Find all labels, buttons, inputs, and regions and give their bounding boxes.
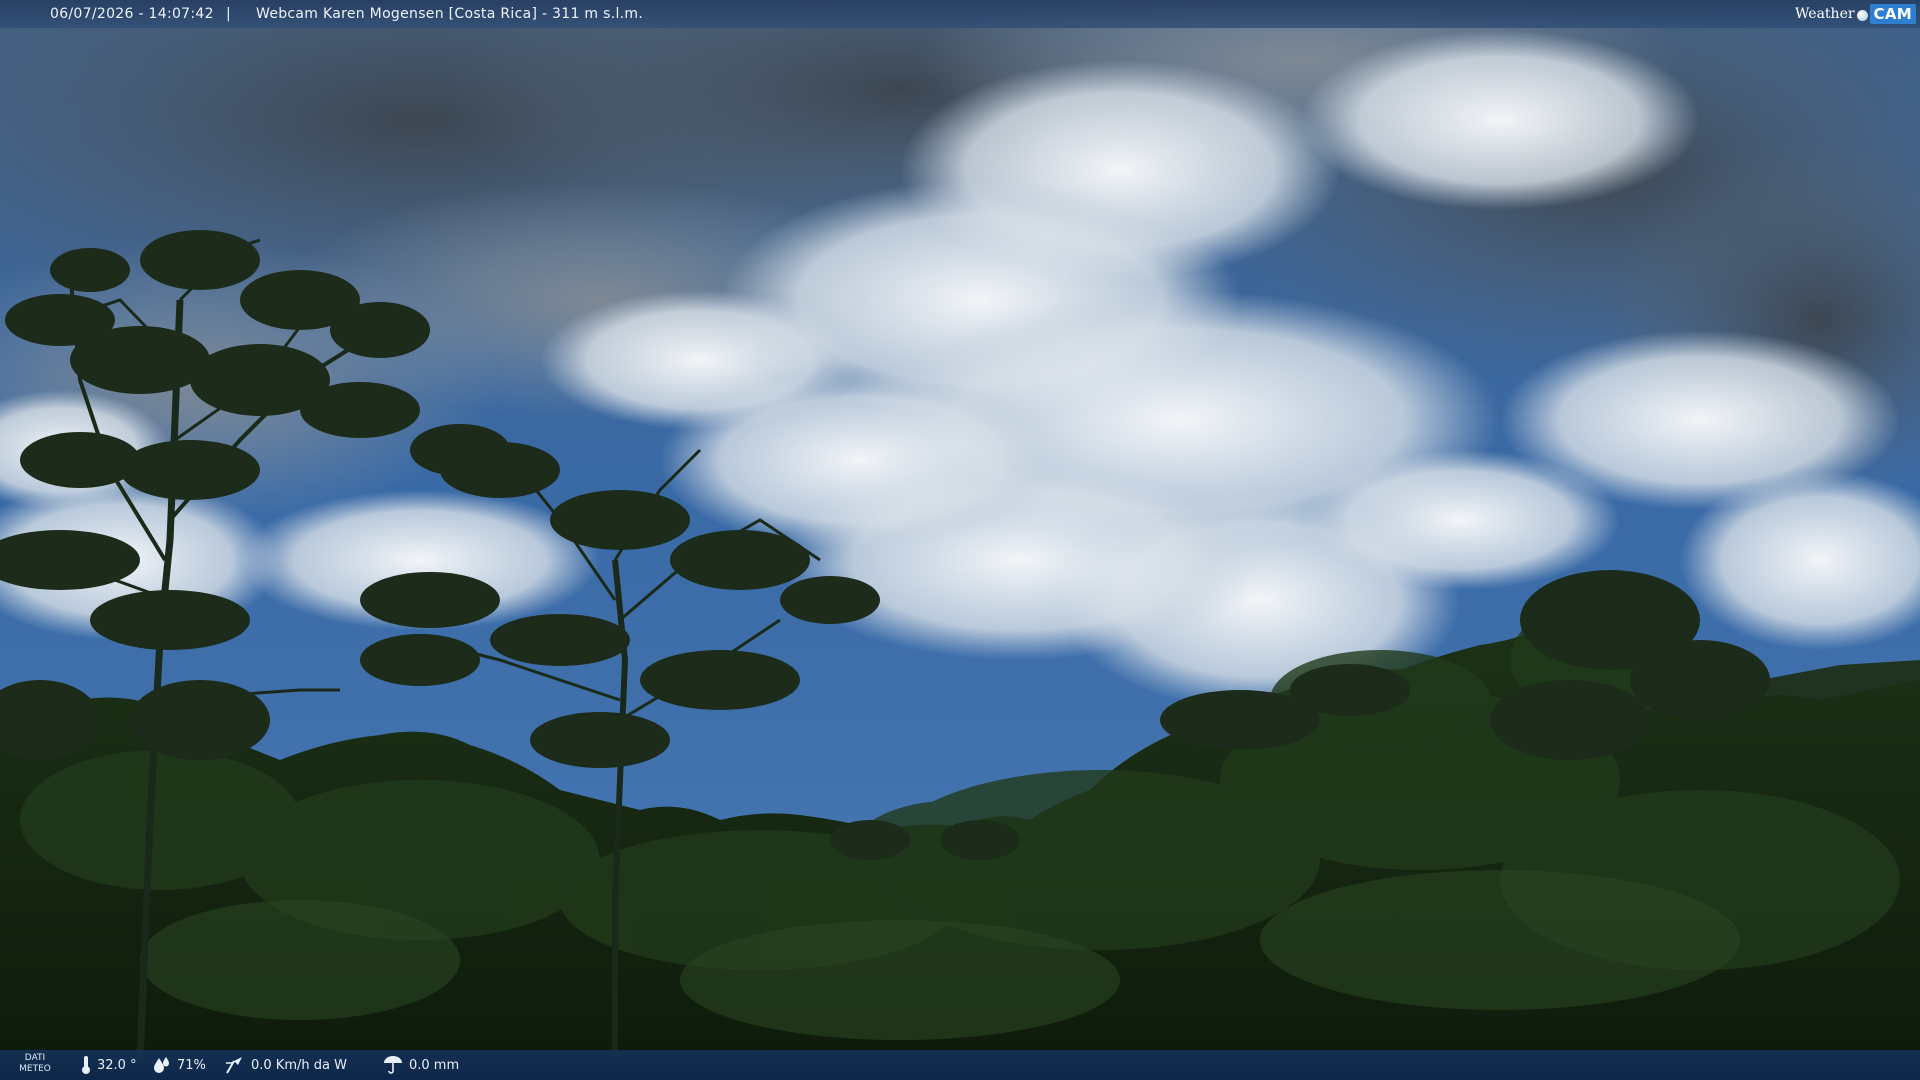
- temperature-readout: 32.0 °: [80, 1050, 137, 1080]
- wind-vane-icon: [226, 1057, 242, 1074]
- rain-gauge-icon: [384, 1056, 402, 1074]
- webcam-image: [0, 0, 1920, 1080]
- dati-meteo-label: DATI METEO: [19, 1053, 51, 1074]
- thermometer-icon: [82, 1056, 90, 1074]
- rain-value: 0.0 mm: [409, 1057, 460, 1073]
- humidity-readout: 71%: [152, 1050, 206, 1080]
- brand-dot-icon: [1856, 9, 1868, 21]
- brand-cam-text: CAM: [1869, 4, 1916, 24]
- top-info-bar: 06/07/2026 - 14:07:42 | Webcam Karen Mog…: [0, 0, 1920, 28]
- weathercam-logo: Weather CAM: [1795, 3, 1916, 25]
- brand-weather-text: Weather: [1795, 6, 1855, 22]
- humidity-value: 71%: [177, 1057, 206, 1073]
- wind-readout: 0.0 Km/h da W: [224, 1050, 347, 1080]
- timestamp: 06/07/2026 - 14:07:42: [50, 6, 214, 22]
- landscape-scene: [0, 0, 1920, 1080]
- weather-data-bar: DATI METEO 32.0 ° 71% 0.0 Km/h da W 0.0 …: [0, 1050, 1920, 1080]
- temperature-value: 32.0 °: [97, 1057, 137, 1073]
- humidity-drops-icon: [154, 1057, 169, 1073]
- rain-readout: 0.0 mm: [382, 1050, 459, 1080]
- title-separator: |: [226, 6, 232, 22]
- wind-value: 0.0 Km/h da W: [251, 1057, 347, 1073]
- webcam-title: Webcam Karen Mogensen [Costa Rica] - 311…: [256, 6, 644, 22]
